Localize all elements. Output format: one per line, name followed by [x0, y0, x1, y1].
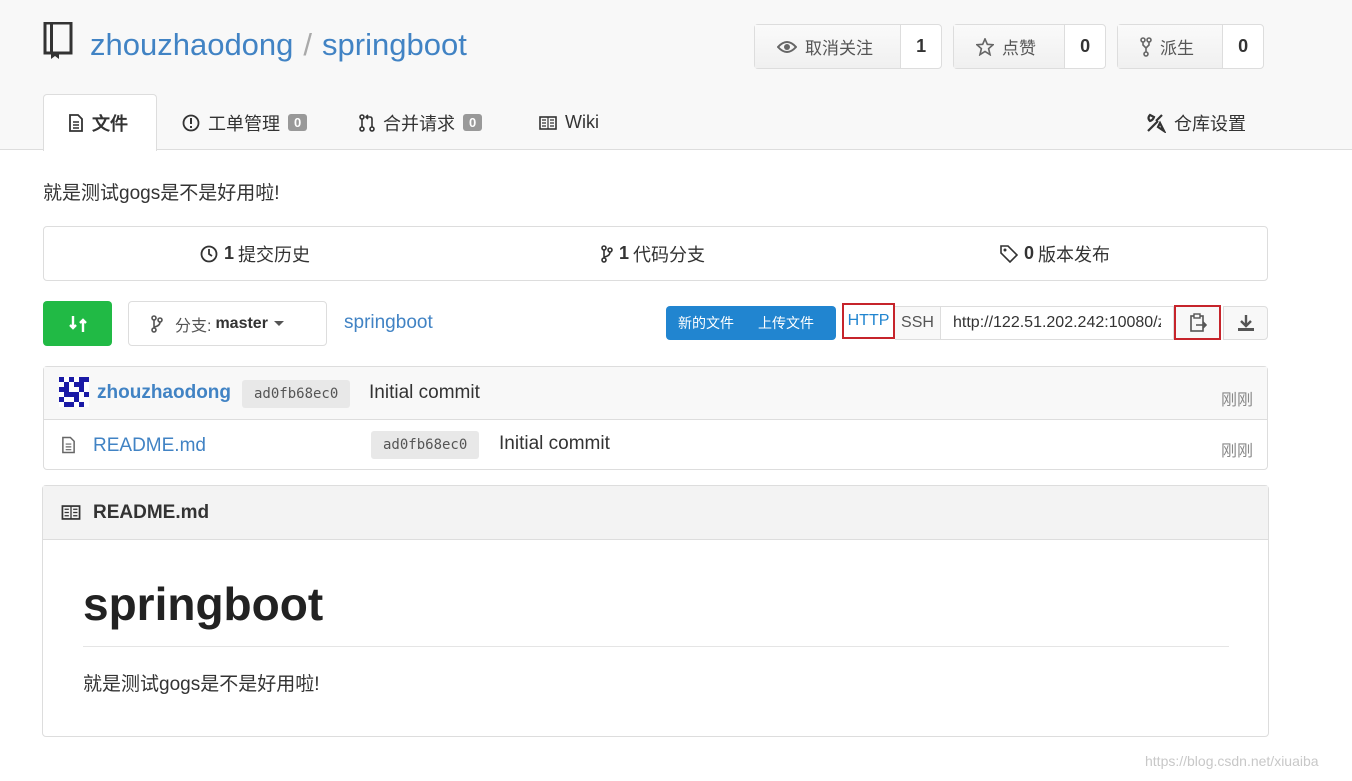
eye-icon	[777, 40, 797, 53]
branch-prefix: 分支:	[175, 317, 212, 335]
commits-stat[interactable]: 1 提交历史	[200, 241, 310, 267]
watch-label-area[interactable]: 取消关注	[755, 25, 902, 68]
commits-label: 提交历史	[238, 244, 311, 265]
file-commit-sha[interactable]: ad0fb68ec0	[371, 431, 480, 459]
watermark: https://blog.csdn.net/xiuaiba	[1145, 753, 1319, 769]
file-text-icon	[62, 436, 75, 454]
compare-button[interactable]	[43, 301, 112, 346]
download-button[interactable]	[1223, 306, 1268, 340]
branch-dropdown[interactable]: 分支: master	[128, 301, 327, 346]
history-icon	[200, 245, 218, 262]
branch-name: master	[215, 314, 268, 332]
watch-button[interactable]: 取消关注 1	[754, 24, 942, 69]
tab-issues[interactable]: 工单管理 0	[182, 94, 308, 151]
clone-url-input[interactable]	[941, 306, 1174, 340]
releases-count: 0	[1024, 243, 1035, 263]
clippy-icon	[1189, 312, 1207, 332]
branches-count: 1	[619, 243, 630, 263]
readme-header: README.md	[43, 486, 1268, 540]
repo-description: 就是测试gogs是不是好用啦!	[43, 183, 280, 204]
watch-label: 取消关注	[805, 39, 873, 58]
git-pull-request-icon	[359, 113, 375, 132]
tab-wiki[interactable]: Wiki	[539, 94, 599, 151]
clone-http-button[interactable]: HTTP	[842, 303, 895, 339]
repo-book-icon	[43, 22, 73, 59]
repo-header: zhouzhaodong / springboot 取消关注 1 点赞 0 派生 0…	[0, 0, 1352, 151]
watch-count[interactable]: 1	[901, 25, 941, 68]
commit-message[interactable]: Initial commit	[369, 382, 480, 404]
readme-divider	[83, 646, 1229, 647]
repo-owner-link[interactable]: zhouzhaodong	[90, 27, 293, 62]
star-count[interactable]: 0	[1065, 25, 1105, 68]
file-text-icon	[69, 114, 83, 132]
tab-files-label: 文件	[92, 114, 128, 134]
commits-count: 1	[224, 243, 235, 263]
repo-stats-bar: 1 提交历史 1 代码分支 0 版本发布	[43, 226, 1268, 281]
repo-separator: /	[303, 27, 313, 62]
latest-commit-row: zhouzhaodong ad0fb68ec0 Initial commit 刚…	[44, 367, 1267, 420]
pulls-count-badge: 0	[463, 114, 483, 131]
fork-label: 派生	[1160, 39, 1194, 58]
commit-sha-label[interactable]: ad0fb68ec0	[242, 380, 351, 408]
book-icon	[539, 115, 557, 130]
clone-ssh-button[interactable]: SSH	[895, 306, 941, 340]
tools-icon	[1147, 113, 1166, 133]
file-commit-message[interactable]: Initial commit	[499, 433, 610, 455]
file-name-link[interactable]: README.md	[93, 435, 206, 457]
fork-icon	[1140, 36, 1152, 57]
download-icon	[1237, 315, 1254, 331]
readme-title: README.md	[93, 501, 210, 523]
commit-time: 刚刚	[1220, 392, 1253, 409]
tab-wiki-label: Wiki	[565, 112, 599, 132]
star-button[interactable]: 点赞 0	[953, 24, 1106, 69]
breadcrumb[interactable]: springboot	[344, 312, 433, 334]
repo-name-link[interactable]: springboot	[322, 27, 467, 62]
star-icon	[976, 37, 994, 56]
issues-count-badge: 0	[288, 114, 308, 131]
tab-files[interactable]: 文件	[43, 94, 157, 151]
git-branch-icon	[601, 244, 613, 263]
readme-panel: README.md springboot 就是测试gogs是不是好用啦!	[42, 485, 1269, 737]
repo-title: zhouzhaodong / springboot	[90, 26, 467, 64]
fork-count[interactable]: 0	[1223, 25, 1263, 68]
branches-label: 代码分支	[633, 244, 706, 265]
star-label-area[interactable]: 点赞	[954, 25, 1066, 68]
readme-body: 就是测试gogs是不是好用啦!	[83, 674, 320, 695]
issue-opened-icon	[182, 114, 200, 131]
file-action-buttons: 新的文件 上传文件	[666, 306, 836, 340]
file-commit-time: 刚刚	[1220, 443, 1253, 460]
tab-settings[interactable]: 仓库设置	[1146, 94, 1246, 151]
table-row: README.md ad0fb68ec0 Initial commit 刚刚	[44, 420, 1267, 470]
chevron-down-icon	[273, 321, 284, 326]
avatar[interactable]	[59, 377, 89, 407]
star-label: 点赞	[1002, 39, 1036, 58]
book-icon	[61, 505, 81, 520]
tab-pulls-label: 合并请求	[383, 113, 455, 134]
commit-author-link[interactable]: zhouzhaodong	[97, 382, 231, 404]
copy-url-button[interactable]	[1174, 305, 1221, 340]
tag-icon	[1000, 244, 1018, 263]
upload-file-button[interactable]: 上传文件	[746, 313, 826, 333]
releases-label: 版本发布	[1038, 244, 1111, 265]
fork-label-area[interactable]: 派生	[1118, 25, 1224, 68]
fork-button[interactable]: 派生 0	[1117, 24, 1264, 69]
tab-settings-label: 仓库设置	[1174, 113, 1246, 134]
branches-stat[interactable]: 1 代码分支	[601, 241, 705, 267]
tab-pulls[interactable]: 合并请求 0	[359, 94, 483, 151]
tab-issues-label: 工单管理	[208, 113, 280, 134]
new-file-button[interactable]: 新的文件	[666, 313, 746, 333]
git-branch-icon	[151, 314, 163, 333]
releases-stat[interactable]: 0 版本发布	[1000, 241, 1110, 267]
compare-arrows-icon	[68, 315, 87, 332]
readme-heading: springboot	[83, 578, 324, 630]
file-table: zhouzhaodong ad0fb68ec0 Initial commit 刚…	[43, 366, 1268, 470]
